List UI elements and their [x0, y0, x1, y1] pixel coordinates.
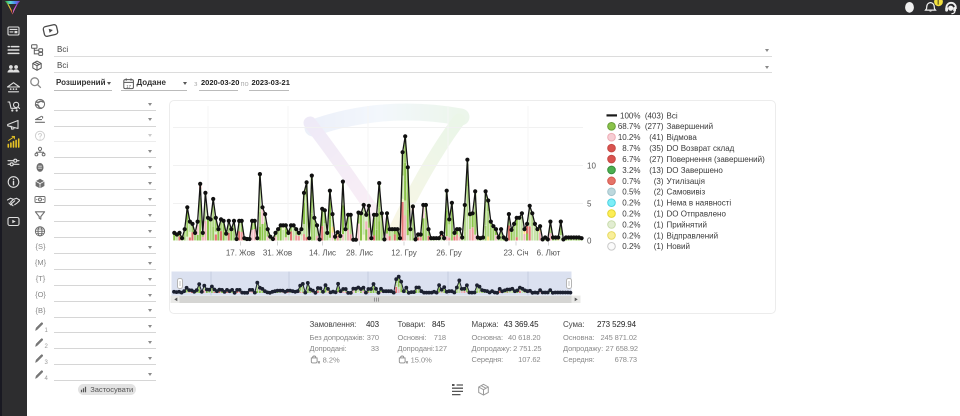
svg-text:Утилізація: Утилізація [667, 177, 705, 186]
svg-text:10: 10 [587, 161, 596, 170]
svg-text:(1): (1) [654, 220, 664, 229]
svg-text:(35): (35) [649, 144, 664, 153]
svg-text:0.5%: 0.5% [622, 188, 640, 197]
svg-text:(1): (1) [654, 199, 664, 208]
svg-text:26. Гру: 26. Гру [436, 249, 462, 258]
svg-text:0.2%: 0.2% [622, 242, 640, 251]
svg-text:23. Січ: 23. Січ [503, 249, 528, 258]
svg-text:17. Жов: 17. Жов [226, 249, 255, 258]
svg-text:Повернення (завершений): Повернення (завершений) [667, 155, 766, 164]
svg-text:8.7%: 8.7% [622, 144, 640, 153]
svg-text:(27): (27) [649, 155, 664, 164]
svg-text:31. Жов: 31. Жов [263, 249, 292, 258]
svg-text:14. Лис: 14. Лис [309, 249, 336, 258]
svg-text:6.7%: 6.7% [622, 155, 640, 164]
svg-text:0: 0 [587, 236, 592, 245]
svg-text:(13): (13) [649, 166, 664, 175]
svg-text:(1): (1) [654, 231, 664, 240]
svg-text:0.2%: 0.2% [622, 209, 640, 218]
svg-text:Відправлений: Відправлений [667, 231, 719, 240]
svg-text:3.2%: 3.2% [622, 166, 640, 175]
svg-text:DO Возврат склад: DO Возврат склад [667, 144, 735, 153]
svg-text:0.2%: 0.2% [622, 220, 640, 229]
svg-text:0.2%: 0.2% [622, 231, 640, 240]
svg-text:(1): (1) [654, 242, 664, 251]
svg-text:28. Лис: 28. Лис [346, 249, 373, 258]
svg-text:Всі: Всі [667, 111, 678, 120]
svg-text:12. Гру: 12. Гру [391, 249, 417, 258]
svg-text:Нема в наявності: Нема в наявності [667, 199, 732, 208]
svg-text:5: 5 [587, 199, 592, 208]
svg-text:6. Лют: 6. Лют [537, 249, 561, 258]
svg-text:68.7%: 68.7% [618, 122, 641, 131]
svg-text:(3): (3) [654, 177, 664, 186]
svg-text:Новий: Новий [667, 242, 690, 251]
svg-text:0.7%: 0.7% [622, 177, 640, 186]
svg-text:10.2%: 10.2% [618, 133, 641, 142]
svg-text:100%: 100% [620, 111, 640, 120]
svg-text:(41): (41) [649, 133, 664, 142]
svg-text:(403): (403) [645, 111, 664, 120]
svg-text:(277): (277) [645, 122, 664, 131]
svg-text:Самовивіз: Самовивіз [667, 188, 706, 197]
svg-text:0.2%: 0.2% [622, 199, 640, 208]
svg-text:Прийнятий: Прийнятий [667, 220, 708, 229]
svg-text:DO Завершено: DO Завершено [667, 166, 724, 175]
svg-text:(2): (2) [654, 188, 664, 197]
svg-text:Відмова: Відмова [667, 133, 698, 142]
svg-text:(1): (1) [654, 209, 664, 218]
svg-text:Завершений: Завершений [667, 122, 714, 131]
svg-text:DO Отправлено: DO Отправлено [667, 209, 727, 218]
